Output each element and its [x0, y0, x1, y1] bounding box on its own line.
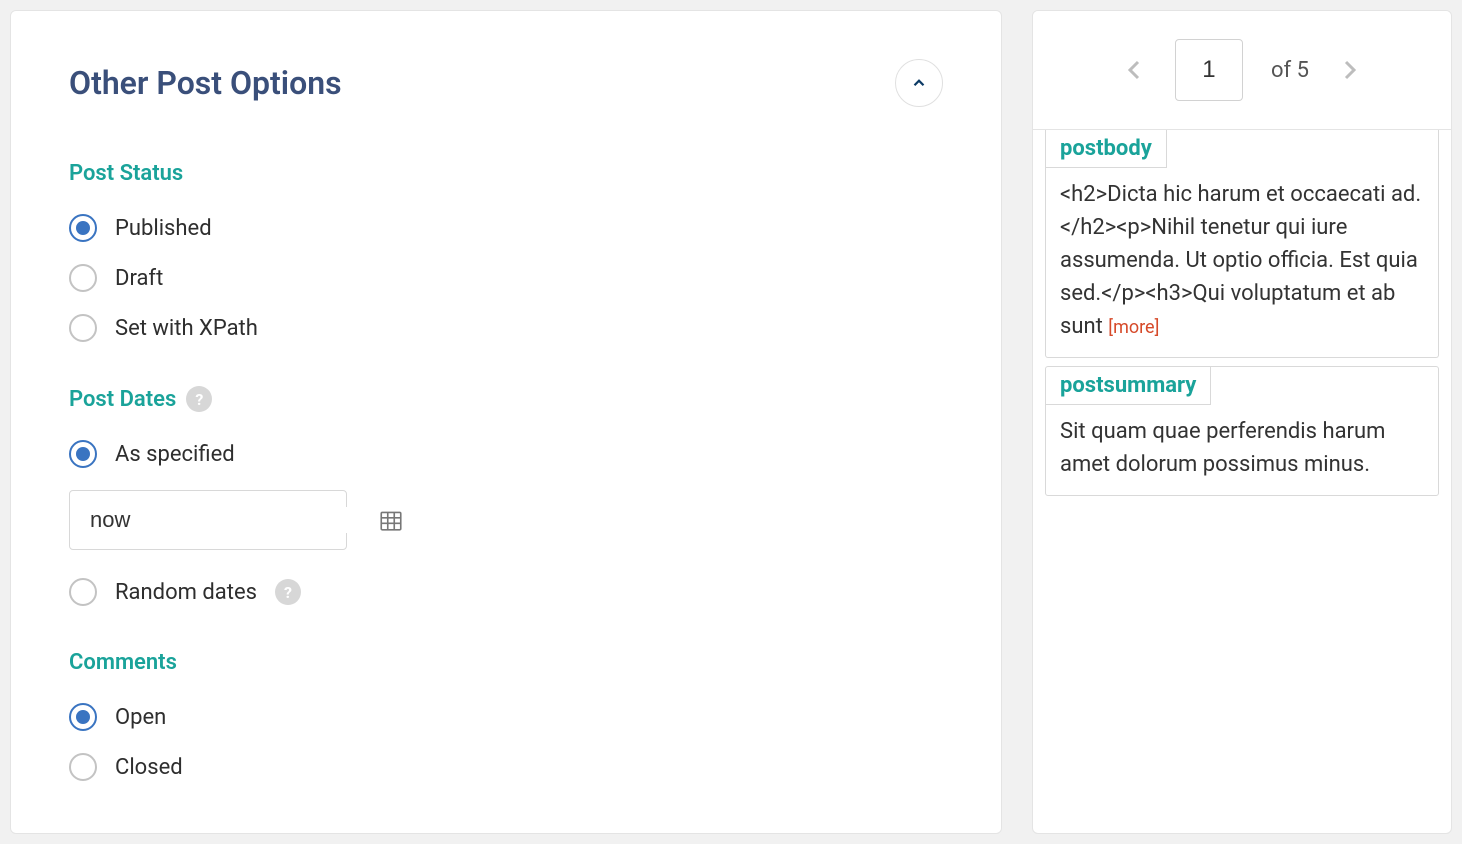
- date-input-wrap[interactable]: [69, 490, 347, 550]
- radio-random-dates[interactable]: Random dates ?: [69, 578, 943, 606]
- radio-icon: [69, 753, 97, 781]
- help-icon[interactable]: ?: [186, 386, 212, 412]
- more-link[interactable]: [more]: [1108, 317, 1159, 338]
- calendar-icon[interactable]: [378, 507, 404, 533]
- comments-group: Open Closed: [69, 703, 943, 781]
- radio-label: Published: [115, 216, 212, 241]
- chevron-left-icon: [1123, 52, 1147, 88]
- options-panel: Other Post Options Post Status Published…: [10, 10, 1002, 834]
- chevron-up-icon: [910, 74, 928, 92]
- field-body: Sit quam quae perferendis harum amet dol…: [1046, 405, 1438, 495]
- radio-label: Set with XPath: [115, 316, 258, 341]
- post-dates-heading-text: Post Dates: [69, 387, 176, 412]
- field-body: <h2>Dicta hic harum et occaecati ad.</h2…: [1046, 168, 1438, 357]
- radio-icon: [69, 214, 97, 242]
- radio-label: Random dates: [115, 580, 257, 605]
- preview-panel: of 5 postbody <h2>Dicta hic harum et occ…: [1032, 10, 1452, 834]
- page-total: of 5: [1271, 58, 1309, 83]
- post-dates-heading: Post Dates ?: [69, 386, 943, 412]
- radio-icon: [69, 440, 97, 468]
- page-input[interactable]: [1175, 39, 1243, 101]
- field-name: postbody: [1046, 130, 1167, 168]
- radio-xpath[interactable]: Set with XPath: [69, 314, 943, 342]
- panel-title: Other Post Options: [69, 64, 342, 102]
- radio-label: Draft: [115, 266, 163, 291]
- radio-icon: [69, 264, 97, 292]
- radio-draft[interactable]: Draft: [69, 264, 943, 292]
- postbody-text: <h2>Dicta hic harum et occaecati ad.</h2…: [1060, 182, 1421, 339]
- post-status-heading: Post Status: [69, 161, 943, 186]
- radio-as-specified[interactable]: As specified: [69, 440, 943, 468]
- pager-next[interactable]: [1337, 52, 1361, 88]
- post-dates-group: As specified Random dates ?: [69, 440, 943, 606]
- help-icon[interactable]: ?: [275, 579, 301, 605]
- radio-label: Open: [115, 705, 166, 730]
- radio-open[interactable]: Open: [69, 703, 943, 731]
- post-status-group: Published Draft Set with XPath: [69, 214, 943, 342]
- pager-prev[interactable]: [1123, 52, 1147, 88]
- chevron-right-icon: [1337, 52, 1361, 88]
- radio-label: Closed: [115, 755, 183, 780]
- preview-scroll[interactable]: postbody <h2>Dicta hic harum et occaecat…: [1033, 130, 1451, 833]
- radio-published[interactable]: Published: [69, 214, 943, 242]
- radio-icon: [69, 703, 97, 731]
- radio-icon: [69, 314, 97, 342]
- panel-header: Other Post Options: [69, 59, 943, 107]
- radio-label: As specified: [115, 442, 235, 467]
- field-postsummary: postsummary Sit quam quae perferendis ha…: [1045, 366, 1439, 496]
- pager: of 5: [1033, 11, 1451, 130]
- date-input[interactable]: [90, 507, 378, 533]
- field-name: postsummary: [1046, 367, 1211, 405]
- field-postbody: postbody <h2>Dicta hic harum et occaecat…: [1045, 130, 1439, 358]
- radio-closed[interactable]: Closed: [69, 753, 943, 781]
- comments-heading: Comments: [69, 650, 943, 675]
- radio-icon: [69, 578, 97, 606]
- collapse-button[interactable]: [895, 59, 943, 107]
